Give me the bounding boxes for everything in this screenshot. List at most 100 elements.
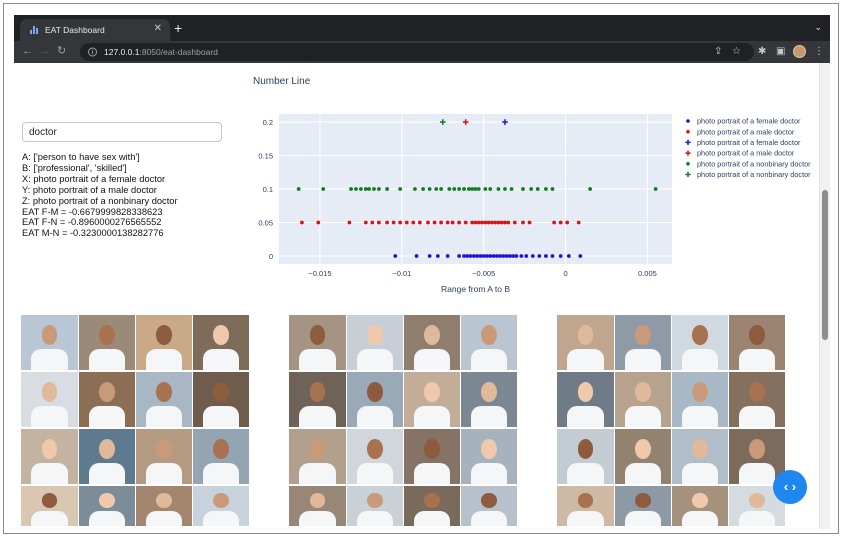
data-point[interactable] bbox=[363, 187, 368, 191]
data-point[interactable] bbox=[457, 254, 462, 258]
info-icon[interactable] bbox=[88, 47, 97, 57]
data-point[interactable] bbox=[468, 254, 473, 258]
data-point[interactable] bbox=[483, 220, 488, 225]
data-point[interactable] bbox=[552, 220, 556, 225]
back-arrow-icon[interactable]: ← bbox=[22, 45, 33, 58]
data-point[interactable] bbox=[499, 220, 504, 225]
legend-entry[interactable]: photo portrait of a female doctor bbox=[697, 117, 801, 126]
tab-search-chevron-icon[interactable]: ⌄ bbox=[814, 22, 822, 33]
data-point[interactable] bbox=[476, 220, 481, 225]
data-point[interactable] bbox=[473, 220, 478, 225]
data-point[interactable] bbox=[576, 220, 581, 225]
data-point[interactable] bbox=[367, 187, 371, 191]
data-point[interactable] bbox=[524, 254, 529, 258]
data-point[interactable] bbox=[496, 187, 501, 191]
number-line-chart[interactable]: −0.015 −0.01 −0.005 0 0.005 0 0.05 0.1 0.15 0.2 Ra… bbox=[239, 108, 819, 298]
data-point[interactable] bbox=[385, 220, 389, 225]
data-point[interactable] bbox=[473, 187, 478, 191]
data-point[interactable] bbox=[558, 220, 563, 225]
data-point[interactable] bbox=[358, 187, 363, 191]
legend-entry[interactable]: photo portrait of a nonbinary doctor bbox=[697, 159, 811, 168]
data-point[interactable] bbox=[480, 220, 484, 225]
data-point[interactable] bbox=[321, 187, 326, 191]
data-point[interactable] bbox=[514, 254, 519, 258]
legend-marker[interactable] bbox=[686, 119, 690, 123]
page-scrollbar[interactable] bbox=[819, 63, 830, 529]
data-point[interactable] bbox=[507, 254, 512, 258]
data-point[interactable] bbox=[550, 254, 555, 258]
data-point[interactable] bbox=[398, 220, 403, 225]
data-point[interactable] bbox=[504, 254, 509, 258]
data-point[interactable] bbox=[537, 254, 542, 258]
data-point[interactable] bbox=[434, 187, 439, 191]
data-point[interactable] bbox=[462, 254, 466, 258]
data-point[interactable] bbox=[475, 254, 480, 258]
data-point[interactable] bbox=[521, 187, 525, 191]
data-point[interactable] bbox=[316, 220, 321, 225]
data-point[interactable] bbox=[385, 187, 389, 191]
data-point[interactable] bbox=[363, 220, 368, 225]
data-point[interactable] bbox=[439, 220, 444, 225]
data-point[interactable] bbox=[372, 187, 376, 191]
data-point[interactable] bbox=[445, 254, 450, 258]
data-point[interactable] bbox=[435, 254, 440, 258]
data-point[interactable] bbox=[296, 187, 301, 191]
data-point[interactable] bbox=[530, 254, 535, 258]
data-point[interactable] bbox=[462, 187, 466, 191]
tab-eat-dashboard[interactable]: EAT Dashboard ✕ bbox=[20, 19, 170, 41]
data-point[interactable] bbox=[457, 187, 462, 191]
data-point[interactable] bbox=[566, 254, 571, 258]
data-point[interactable] bbox=[488, 254, 493, 258]
profile-avatar[interactable] bbox=[793, 45, 806, 58]
legend-marker[interactable] bbox=[685, 150, 691, 156]
data-point[interactable] bbox=[426, 220, 430, 225]
legend-marker[interactable] bbox=[685, 139, 691, 145]
data-point[interactable] bbox=[452, 187, 457, 191]
data-point[interactable] bbox=[349, 187, 353, 191]
data-point[interactable] bbox=[421, 187, 425, 191]
data-point[interactable] bbox=[300, 220, 304, 225]
data-point[interactable] bbox=[465, 254, 470, 258]
data-point[interactable] bbox=[411, 220, 416, 225]
data-point[interactable] bbox=[488, 187, 493, 191]
data-point[interactable] bbox=[376, 220, 381, 225]
legend-marker[interactable] bbox=[686, 129, 690, 134]
data-point[interactable] bbox=[376, 187, 381, 191]
forward-arrow-icon[interactable]: → bbox=[39, 45, 50, 58]
data-point[interactable] bbox=[447, 187, 452, 191]
data-point[interactable] bbox=[370, 220, 375, 225]
data-point[interactable] bbox=[519, 254, 524, 258]
data-point[interactable] bbox=[535, 187, 540, 191]
bookmark-star-icon[interactable]: ☆ bbox=[732, 45, 741, 58]
data-point[interactable] bbox=[413, 187, 417, 191]
data-point[interactable] bbox=[414, 254, 419, 258]
data-point[interactable] bbox=[512, 220, 517, 225]
data-point[interactable] bbox=[439, 187, 444, 191]
data-point[interactable] bbox=[544, 254, 548, 258]
share-icon[interactable]: ⇪ bbox=[714, 45, 722, 58]
data-point[interactable] bbox=[470, 187, 475, 191]
data-point[interactable] bbox=[481, 254, 486, 258]
legend-entry[interactable]: photo portrait of a female doctor bbox=[697, 138, 801, 147]
new-tab-button[interactable]: + bbox=[174, 21, 182, 35]
data-point[interactable] bbox=[404, 220, 409, 225]
extensions-puzzle-icon[interactable]: ✱ bbox=[758, 45, 766, 58]
data-point[interactable] bbox=[558, 254, 563, 258]
data-point[interactable] bbox=[471, 254, 476, 258]
data-point[interactable] bbox=[498, 254, 502, 258]
data-point[interactable] bbox=[527, 220, 532, 225]
code-toggle-button[interactable]: ‹ › bbox=[773, 470, 807, 504]
search-input[interactable] bbox=[22, 122, 222, 142]
data-point[interactable] bbox=[463, 220, 468, 225]
data-point[interactable] bbox=[427, 254, 432, 258]
legend-marker[interactable] bbox=[685, 171, 691, 178]
data-point[interactable] bbox=[483, 187, 488, 191]
data-point[interactable] bbox=[427, 187, 432, 191]
data-point[interactable] bbox=[445, 220, 450, 225]
data-point[interactable] bbox=[398, 187, 403, 191]
data-point[interactable] bbox=[529, 187, 534, 191]
data-point[interactable] bbox=[354, 187, 358, 191]
data-point[interactable] bbox=[493, 220, 498, 225]
data-point[interactable] bbox=[521, 220, 525, 225]
legend-entry[interactable]: photo portrait of a male doctor bbox=[697, 127, 795, 136]
